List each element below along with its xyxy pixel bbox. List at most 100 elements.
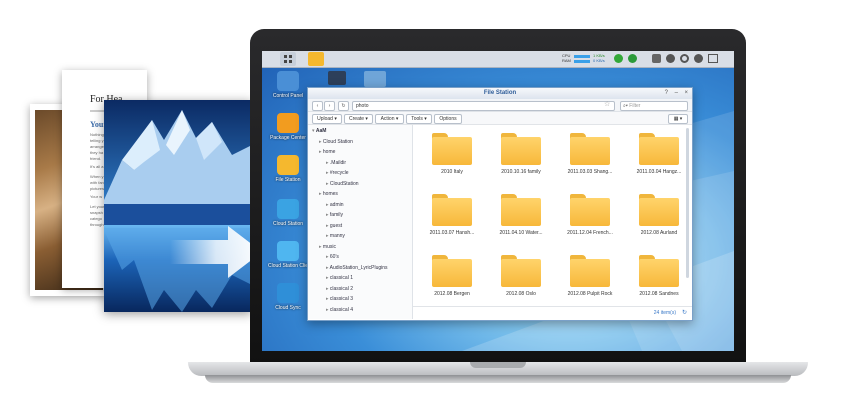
tree-item[interactable]: ▸ family [326, 212, 343, 218]
path-field[interactable]: photo [352, 101, 615, 111]
document-line: through [90, 222, 104, 227]
folder-item[interactable]: 2011.03.07 Hansh... [419, 190, 485, 250]
back-button[interactable]: ‹ [312, 101, 323, 111]
folder-item[interactable]: 2011.03.03 Shang... [557, 129, 623, 189]
minimized-window-icon[interactable] [364, 71, 386, 87]
cloud-station-icon [277, 199, 299, 219]
folder-icon [432, 255, 472, 287]
download-rate: 0 KB/s [593, 58, 605, 63]
scrollbar[interactable] [686, 128, 689, 278]
window-titlebar[interactable]: File Station ? – × [308, 88, 692, 99]
tree-item[interactable]: ▸ music [319, 244, 336, 250]
folder-item[interactable]: 2010 Italy [419, 129, 485, 189]
folder-icon [432, 194, 472, 226]
tree-item[interactable]: ▸ home [319, 149, 335, 155]
folder-name: 2011.03.04 Hangz... [636, 169, 682, 175]
grid-icon [284, 55, 292, 63]
status-ok-icon[interactable] [614, 54, 623, 63]
filter-input[interactable]: ⌕▾ Filter [620, 101, 688, 111]
tree-item[interactable]: ▸ admin [326, 202, 344, 208]
folder-item[interactable]: 2012.08 Sandnes [626, 251, 685, 305]
desktop-icon-cloud-client[interactable]: Cloud Station Client [268, 241, 312, 269]
file-grid: 2010 Italy 2010.10.16 family 2011.03.03 Sh… [413, 125, 685, 305]
folder-name: 2011.03.07 Hansh... [429, 230, 475, 236]
minimized-window-icon[interactable] [328, 71, 346, 85]
file-station-taskbar-button[interactable] [308, 52, 324, 66]
folder-item[interactable]: 2012.08 Oslo [488, 251, 554, 305]
tools-button[interactable]: Tools ▾ [406, 114, 432, 124]
dsm-desktop: CPU RAM 1 KB/s 0 KB/s Control Panel Packa… [262, 51, 734, 351]
folder-item[interactable]: 2012.08 Bergen [419, 251, 485, 305]
folder-name: 2011.03.03 Shang... [567, 169, 613, 175]
document-line: Your w [90, 194, 103, 199]
main-menu-button[interactable] [280, 52, 296, 66]
folder-name: 2011.04.10 Water... [499, 230, 543, 236]
folder-icon [570, 255, 610, 287]
folder-name: 2012.08 Oslo [506, 291, 536, 297]
desktop-icon-package-center[interactable]: Package Center [268, 113, 308, 141]
ram-label: RAM [562, 58, 571, 63]
tree-item[interactable]: ▸ CloudStation [326, 181, 359, 187]
desktop-icon-file-station[interactable]: File Station [268, 155, 308, 183]
search-icon: ⌕▾ [623, 103, 628, 109]
folder-item[interactable]: 2011.04.10 Water... [488, 190, 554, 250]
folder-icon [570, 194, 610, 226]
folder-item[interactable]: 2011.12.04 French... [557, 190, 623, 250]
document-line: snapsh [90, 210, 103, 215]
cloud-client-icon [277, 241, 299, 261]
folder-name: 2010 Italy [441, 169, 463, 175]
view-mode-button[interactable]: ▦ ▾ [668, 114, 688, 124]
tree-item[interactable]: ▸ classical 4 [326, 307, 353, 313]
tree-item[interactable]: ▸ homes [319, 191, 338, 197]
tree-item[interactable]: ▸ classical 1 [326, 275, 353, 281]
tree-item[interactable]: ▸ 60's [326, 254, 339, 260]
folder-item[interactable]: 2012.08 Aurland [626, 190, 685, 250]
desktop-icon-control-panel[interactable]: Control Panel [268, 71, 308, 99]
document-line: telling y [90, 138, 104, 143]
upload-button[interactable]: Upload ▾ [312, 114, 342, 124]
document-line: pictures [90, 186, 105, 191]
refresh-button[interactable]: ↻ [338, 101, 349, 111]
tree-item[interactable]: ▸ manny [326, 233, 345, 239]
tree-item[interactable]: ▸ classical 2 [326, 286, 353, 292]
desktop-icon-cloud-sync[interactable]: Cloud Sync [268, 283, 308, 311]
tree-item[interactable]: ▸ Cloud Station [319, 139, 353, 145]
search-icon[interactable] [680, 54, 689, 63]
help-icon[interactable]: ? [665, 90, 668, 96]
action-button[interactable]: Action ▾ [375, 114, 404, 124]
widgets-icon[interactable] [694, 54, 703, 63]
close-icon[interactable]: × [684, 90, 688, 96]
cloud-sync-tray-icon[interactable] [628, 54, 637, 63]
folder-item[interactable]: 2010.10.16 family [488, 129, 554, 189]
document-line: When y [90, 174, 104, 179]
show-desktop-icon[interactable] [708, 54, 718, 63]
folder-name: 2012.08 Pulpit Rock [567, 291, 613, 297]
refresh-icon[interactable]: ↻ [682, 309, 687, 316]
document-line: arrange [90, 144, 104, 149]
document-line: Let your [90, 204, 105, 209]
desktop-icon-cloud-station[interactable]: Cloud Station [268, 199, 308, 227]
chat-icon[interactable] [652, 54, 661, 63]
forward-button[interactable]: › [324, 101, 335, 111]
minimize-icon[interactable]: – [675, 90, 678, 96]
tree-item[interactable]: ▸ guest [326, 223, 342, 229]
star-icon[interactable]: ☆ [604, 101, 610, 109]
desktop-icon-label: Control Panel [272, 93, 304, 99]
folder-item[interactable]: 2012.08 Pulpit Rock [557, 251, 623, 305]
folder-name: 2011.12.04 French... [567, 230, 613, 236]
tree-item[interactable]: ▸ .Maildir [326, 160, 346, 166]
tree-item[interactable]: ▸ classical 3 [326, 296, 353, 302]
desktop-icon-label: Cloud Station [272, 221, 304, 227]
folder-icon [501, 255, 541, 287]
options-button[interactable]: Options [434, 114, 462, 124]
create-button[interactable]: Create ▾ [344, 114, 373, 124]
folder-icon [639, 255, 679, 287]
document-line: It's all a [90, 164, 104, 169]
tree-item[interactable]: ▾ AaM [312, 128, 326, 134]
mountain-photo [104, 100, 252, 312]
folder-item[interactable]: 2011.03.04 Hangz... [626, 129, 685, 189]
tree-item[interactable]: ▸ AudioStation_LyricPlugins [326, 265, 388, 271]
taskbar: CPU RAM 1 KB/s 0 KB/s [262, 51, 734, 68]
user-icon[interactable] [666, 54, 675, 63]
tree-item[interactable]: ▸ #recycle [326, 170, 349, 176]
